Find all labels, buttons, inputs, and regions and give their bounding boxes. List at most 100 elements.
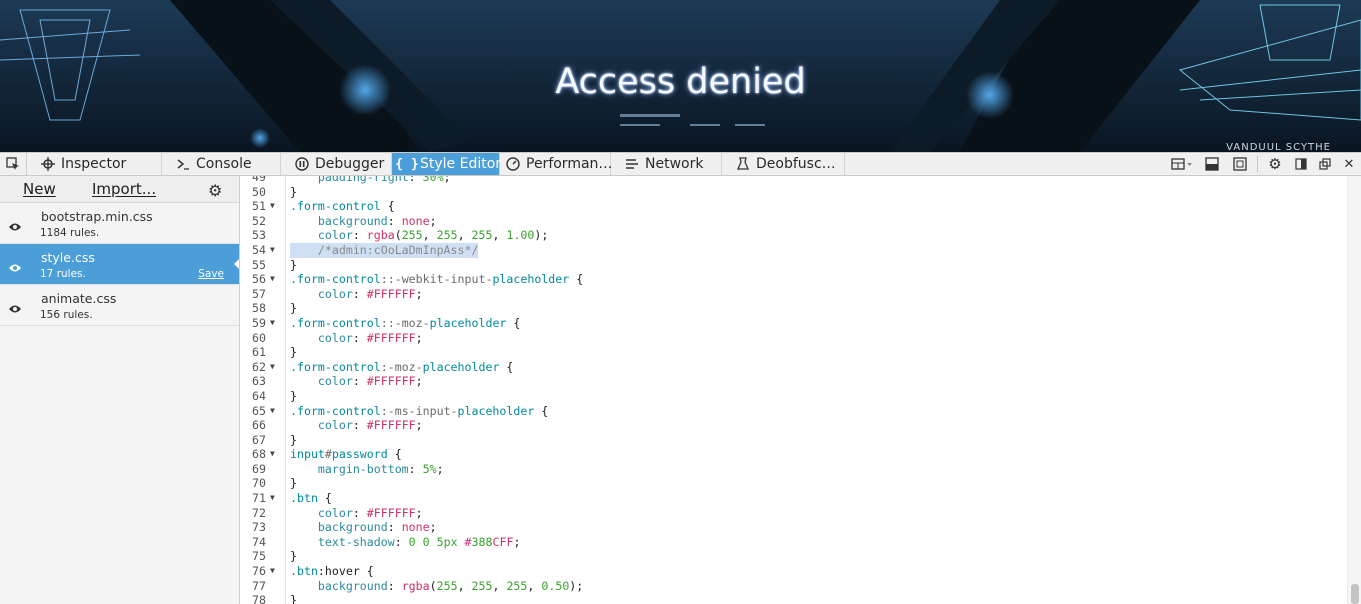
toolbar-right-group: ⚙ ✕: [1166, 153, 1361, 175]
code-text: color: #FFFFFF;: [317, 374, 423, 389]
stylesheet-name: bootstrap.min.css: [41, 209, 153, 224]
code-text: padding-right: 30%;: [317, 176, 451, 184]
code-text: color: rgba(255, 255, 255, 1.00);: [317, 228, 549, 243]
line-number: 65: [252, 403, 266, 418]
line-number: 50: [252, 184, 266, 199]
scratchpad-button[interactable]: [1226, 153, 1254, 175]
tab-console[interactable]: Console: [162, 153, 281, 175]
code-line[interactable]: 54 ▼ /*admin:cOoLaDmInpAss*/: [240, 242, 1348, 258]
line-number: 68: [252, 447, 266, 462]
tab-label: Style Editor: [420, 156, 502, 172]
line-number: 70: [252, 476, 266, 491]
code-text: }: [290, 301, 297, 316]
code-line[interactable]: 52 background: none;: [240, 214, 1348, 229]
new-stylesheet-button[interactable]: New: [23, 180, 56, 198]
frame-select-button[interactable]: [1166, 153, 1198, 175]
code-line[interactable]: 55}: [240, 258, 1348, 273]
tab-performance[interactable]: Performan…: [500, 153, 612, 175]
code-line[interactable]: 58}: [240, 301, 1348, 316]
code-text: color: #FFFFFF;: [317, 330, 423, 345]
code-line[interactable]: 68 ▼ input#password {: [240, 447, 1348, 462]
code-line[interactable]: 50}: [240, 185, 1348, 200]
code-text: }: [290, 549, 297, 564]
import-stylesheet-button[interactable]: Import...: [92, 180, 156, 198]
editor-scrollbar[interactable]: [1347, 176, 1361, 604]
code-line[interactable]: 67}: [240, 433, 1348, 448]
code-line[interactable]: 57 color: #FFFFFF;: [240, 287, 1348, 302]
code-line[interactable]: 64}: [240, 389, 1348, 404]
line-number: 77: [252, 578, 266, 593]
gear-icon[interactable]: ⚙: [208, 181, 222, 200]
code-line[interactable]: 75}: [240, 549, 1348, 564]
eye-icon[interactable]: [8, 258, 22, 277]
line-number: 57: [252, 286, 266, 301]
stylesheet-rule-count: 1184 rules.: [40, 227, 100, 239]
tab-debugger[interactable]: Debugger: [281, 153, 392, 175]
eye-icon[interactable]: [8, 217, 22, 236]
eye-icon[interactable]: [8, 299, 22, 318]
code-line[interactable]: 49 padding-right: 30%;: [240, 176, 1348, 185]
code-line[interactable]: 77 background: rgba(255, 255, 255, 0.50)…: [240, 579, 1348, 594]
save-stylesheet-link[interactable]: Save: [198, 268, 224, 280]
fold-toggle-icon[interactable]: ▼: [270, 447, 275, 462]
code-editor[interactable]: 49 padding-right: 30%; 50} 51 ▼ .form-contro…: [240, 176, 1361, 604]
scrollbar-thumb[interactable]: [1351, 584, 1359, 604]
split-console-button[interactable]: [1198, 153, 1226, 175]
code-text: }: [290, 476, 297, 491]
tab-network[interactable]: Network: [611, 153, 722, 175]
line-number: 62: [252, 359, 266, 374]
fold-toggle-icon[interactable]: ▼: [270, 491, 275, 506]
code-text: background: none;: [317, 213, 437, 228]
line-number: 71: [252, 491, 266, 506]
line-number: 59: [252, 315, 266, 330]
code-line[interactable]: 78}: [240, 593, 1348, 604]
tab-inspector[interactable]: Inspector: [27, 153, 162, 175]
code-text: text-shadow: 0 0 5px #388CFF;: [317, 534, 521, 549]
code-line[interactable]: 59 ▼ .form-control::-moz-placeholder {: [240, 316, 1348, 331]
stylesheet-item-selected[interactable]: style.css 17 rules. Save: [0, 244, 239, 285]
fold-toggle-icon[interactable]: ▼: [270, 360, 275, 375]
code-line[interactable]: 69 margin-bottom: 5%;: [240, 462, 1348, 477]
toolbox-options-button[interactable]: ⚙: [1261, 153, 1289, 175]
code-text: .form-control::-webkit-input-placeholder…: [290, 272, 584, 287]
code-line[interactable]: 76 ▼ .btn:hover {: [240, 564, 1348, 579]
fold-toggle-icon[interactable]: ▼: [270, 243, 275, 258]
code-line[interactable]: 51 ▼ .form-control {: [240, 199, 1348, 214]
undock-button[interactable]: [1313, 153, 1337, 175]
element-picker-icon: [6, 157, 19, 170]
code-line[interactable]: 74 text-shadow: 0 0 5px #388CFF;: [240, 535, 1348, 550]
dock-side-button[interactable]: [1289, 153, 1313, 175]
code-line[interactable]: 70}: [240, 476, 1348, 491]
code-line[interactable]: 60 color: #FFFFFF;: [240, 331, 1348, 346]
page-banner: Access denied VANDUUL SCYTHE: [0, 0, 1361, 152]
code-line[interactable]: 56 ▼ .form-control::-webkit-input-placehol…: [240, 272, 1348, 287]
fold-toggle-icon[interactable]: ▼: [270, 316, 275, 331]
stylesheet-item[interactable]: animate.css 156 rules.: [0, 285, 239, 326]
code-line[interactable]: 63 color: #FFFFFF;: [240, 374, 1348, 389]
code-line[interactable]: 72 color: #FFFFFF;: [240, 506, 1348, 521]
code-text: .btn {: [290, 491, 332, 506]
stylesheet-item[interactable]: bootstrap.min.css 1184 rules.: [0, 203, 239, 244]
code-line[interactable]: 73 background: none;: [240, 520, 1348, 535]
code-text: color: #FFFFFF;: [317, 505, 423, 520]
fold-toggle-icon[interactable]: ▼: [270, 272, 275, 287]
code-line[interactable]: 53 color: rgba(255, 255, 255, 1.00);: [240, 228, 1348, 243]
fold-toggle-icon[interactable]: ▼: [270, 199, 275, 214]
close-toolbox-button[interactable]: ✕: [1337, 153, 1361, 175]
tab-style-editor[interactable]: { } Style Editor: [392, 153, 502, 175]
fold-toggle-icon[interactable]: ▼: [270, 564, 275, 579]
code-line[interactable]: 62 ▼ .form-control:-moz-placeholder {: [240, 360, 1348, 375]
line-number: 53: [252, 228, 266, 243]
line-number: 74: [252, 534, 266, 549]
code-text: }: [290, 432, 297, 447]
debugger-icon: [295, 157, 309, 171]
element-picker-button[interactable]: [0, 153, 27, 175]
code-line[interactable]: 65 ▼ .form-control:-ms-input-placeholder {: [240, 404, 1348, 419]
fold-toggle-icon[interactable]: ▼: [270, 404, 275, 419]
code-line[interactable]: 66 color: #FFFFFF;: [240, 418, 1348, 433]
tab-deobfuscator[interactable]: Deobfusc…: [722, 153, 845, 175]
code-line[interactable]: 71 ▼ .btn {: [240, 491, 1348, 506]
line-number: 67: [252, 432, 266, 447]
code-line[interactable]: 61}: [240, 345, 1348, 360]
code-text: .form-control {: [290, 199, 395, 214]
